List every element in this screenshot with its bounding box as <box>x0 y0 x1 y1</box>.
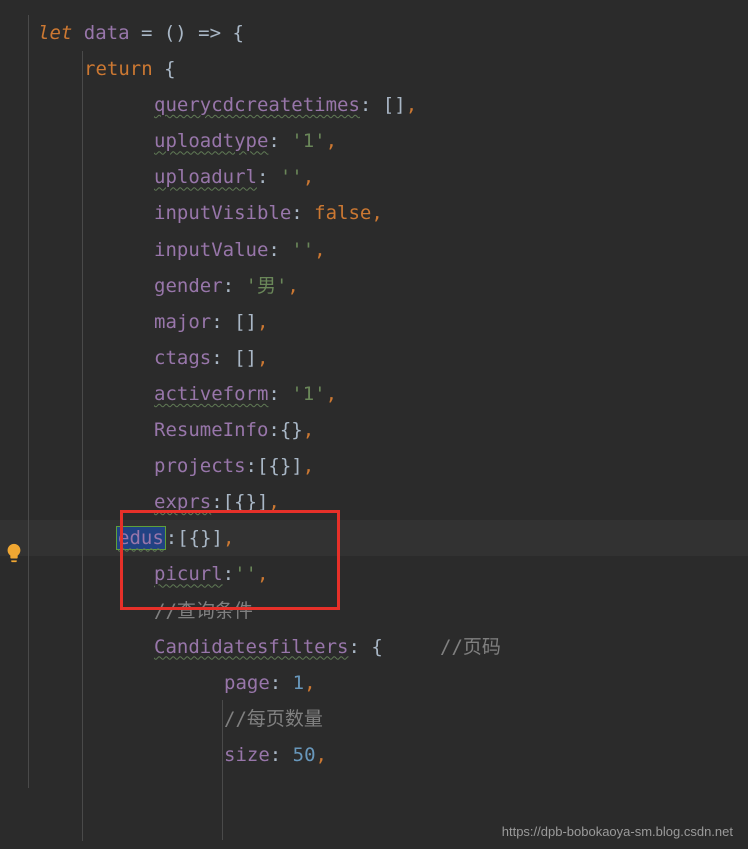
code-line[interactable]: projects:[{}], <box>38 448 738 484</box>
property: Candidatesfilters <box>154 636 348 658</box>
keyword-let: let <box>38 22 72 44</box>
property: size <box>224 744 270 766</box>
code-line[interactable]: inputVisible: false, <box>38 195 738 231</box>
property: activeform <box>154 383 268 405</box>
code-line[interactable]: //查询条件 <box>38 593 738 629</box>
code-line[interactable]: querycdcreatetimes: [], <box>38 87 738 123</box>
selected-property: edus <box>116 526 166 550</box>
property: ctags <box>154 347 211 369</box>
code-text: = () => { <box>130 22 244 44</box>
code-line[interactable]: return { <box>38 51 738 87</box>
property: uploadurl <box>154 166 257 188</box>
code-line[interactable]: page: 1, <box>38 665 738 701</box>
comment: //查询条件 <box>154 600 253 622</box>
property: inputValue <box>154 239 268 261</box>
code-line[interactable]: major: [], <box>38 304 738 340</box>
property: exprs <box>154 491 211 513</box>
property: picurl <box>154 563 223 585</box>
code-editor[interactable]: let data = () => { return { querycdcreat… <box>0 0 748 788</box>
property: projects <box>154 455 246 477</box>
code-line[interactable]: uploadtype: '1', <box>38 123 738 159</box>
watermark: https://dpb-bobokaoya-sm.blog.csdn.net <box>502 824 733 839</box>
indent-guide <box>82 51 83 841</box>
property: ResumeInfo <box>154 419 268 441</box>
code-line[interactable]: gender: '男', <box>38 268 738 304</box>
property: querycdcreatetimes <box>154 94 360 116</box>
property: page <box>224 672 270 694</box>
code-line[interactable]: size: 50, <box>38 737 738 773</box>
code-line[interactable]: activeform: '1', <box>38 376 738 412</box>
code-line[interactable]: //每页数量 <box>38 701 738 737</box>
code-line[interactable]: picurl:'', <box>38 556 738 592</box>
indent-guide <box>222 700 223 840</box>
comment: //每页数量 <box>224 708 323 730</box>
code-line[interactable]: ctags: [], <box>38 340 738 376</box>
comment: //页码 <box>440 636 501 658</box>
code-line[interactable]: exprs:[{}], <box>38 484 738 520</box>
keyword-return: return <box>84 58 153 80</box>
property: uploadtype <box>154 130 268 152</box>
code-line[interactable]: uploadurl: '', <box>38 159 738 195</box>
property: gender <box>154 275 223 297</box>
code-line[interactable]: Candidatesfilters: { //页码 <box>38 629 738 665</box>
identifier-data: data <box>84 22 130 44</box>
lightbulb-icon[interactable] <box>3 542 25 569</box>
code-line[interactable]: inputValue: '', <box>38 232 738 268</box>
code-line-highlighted[interactable]: edus:[{}], <box>0 520 748 556</box>
code-line[interactable]: ResumeInfo:{}, <box>38 412 738 448</box>
code-line[interactable]: let data = () => { <box>38 15 738 51</box>
property: major <box>154 311 211 333</box>
gutter-line <box>28 15 29 788</box>
property: inputVisible <box>154 202 291 224</box>
